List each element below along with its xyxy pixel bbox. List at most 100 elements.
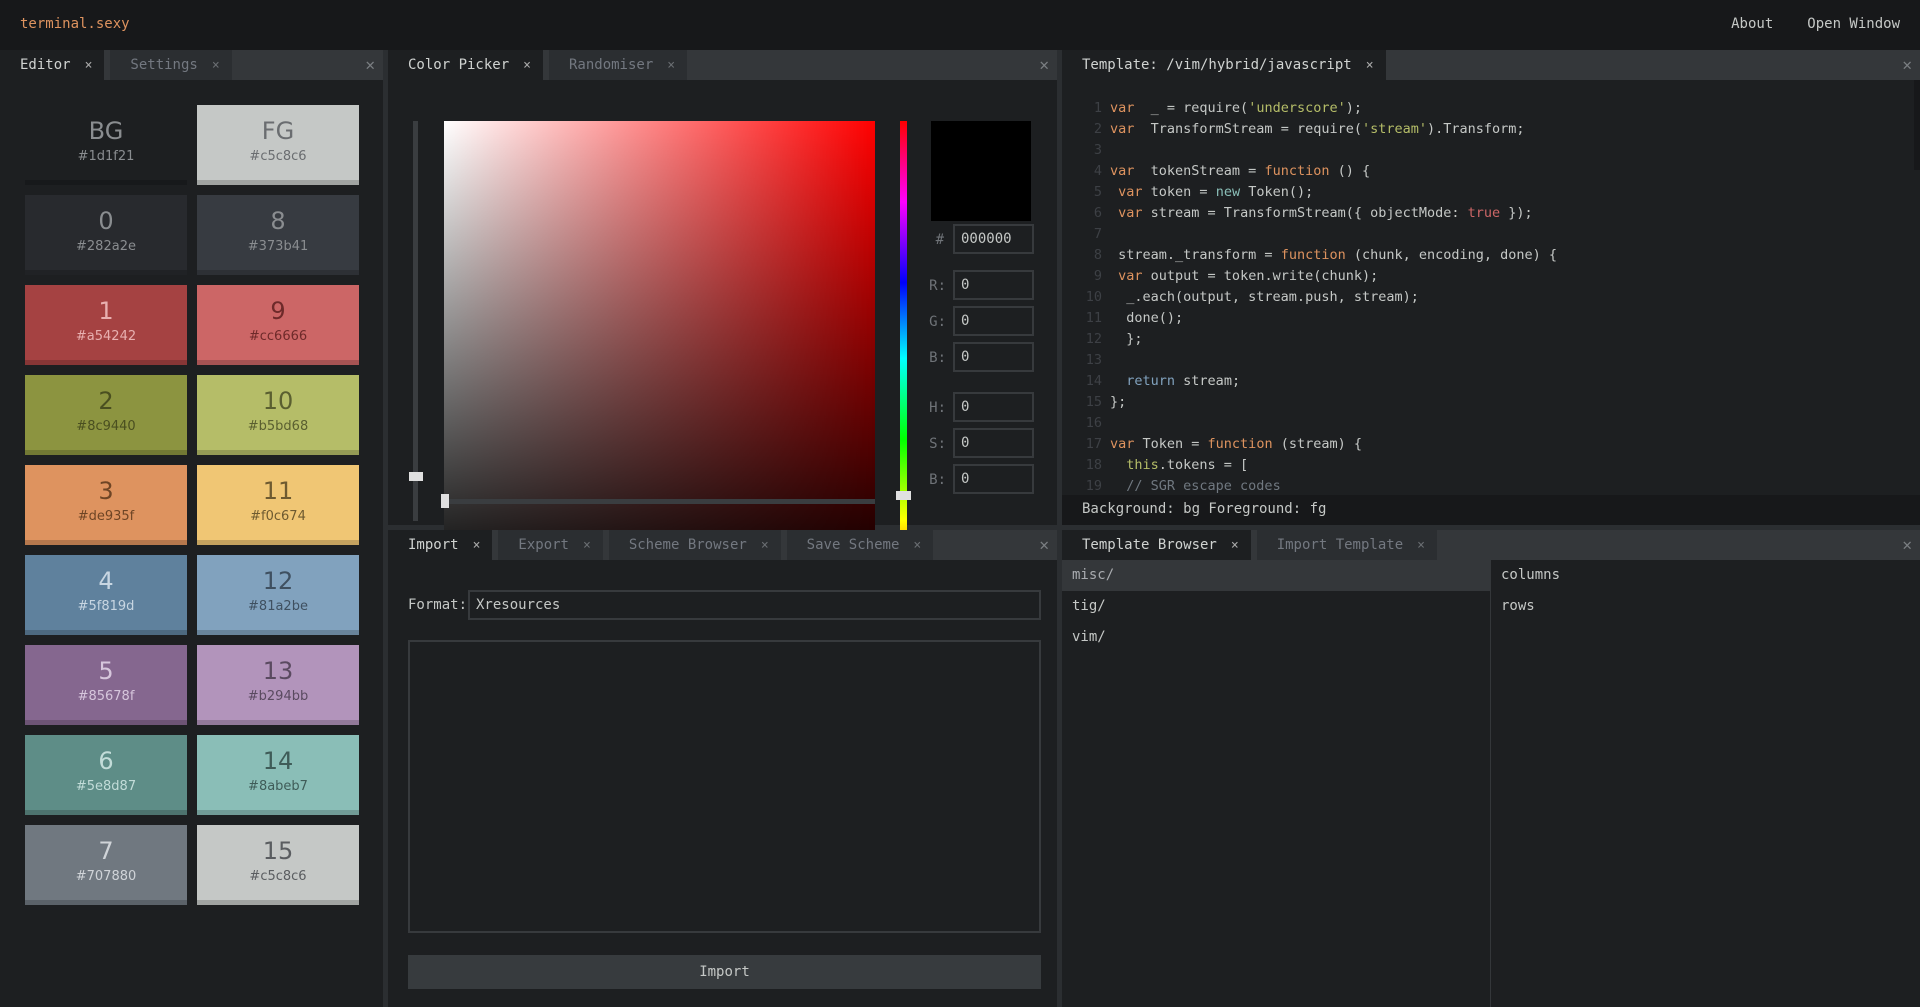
import-button[interactable]: Import [408, 955, 1041, 989]
hue-slider[interactable] [900, 121, 907, 596]
color-swatch-7[interactable]: 7 #707880 [25, 825, 187, 905]
folder-item[interactable]: misc/ [1062, 560, 1490, 591]
panel-close-icon[interactable]: ✕ [365, 55, 375, 74]
code-token: function [1264, 163, 1330, 179]
color-swatch-10[interactable]: 10 #b5bd68 [197, 375, 359, 455]
color-swatch-12[interactable]: 12 #81a2be [197, 555, 359, 635]
color-swatch-5[interactable]: 5 #85678f [25, 645, 187, 725]
tab-editor[interactable]: Editor × [0, 50, 105, 80]
close-icon[interactable]: × [667, 58, 675, 73]
close-icon[interactable]: × [761, 538, 769, 553]
swatch-hex: #5f819d [77, 599, 135, 614]
template-panel: Template: /vim/hybrid/javascript × ✕ 1 var… [1062, 50, 1920, 525]
swatch-shade [197, 450, 359, 455]
color-swatch-14[interactable]: 14 #8abeb7 [197, 735, 359, 815]
panel-close-icon[interactable]: ✕ [1039, 535, 1049, 554]
tab-settings[interactable]: Settings × [110, 50, 232, 80]
folder-item[interactable]: vim/ [1062, 622, 1490, 653]
code-token: _ = require( [1134, 100, 1249, 116]
close-icon[interactable]: × [212, 58, 220, 73]
alpha-slider-handle[interactable] [409, 472, 423, 481]
open-window-link[interactable]: Open Window [1807, 16, 1900, 32]
tab-import-template[interactable]: Import Template × [1256, 530, 1437, 560]
tab-export[interactable]: Export × [498, 530, 603, 560]
code-token: var [1118, 268, 1143, 284]
code-view: 1 var _ = require('underscore'); 2 var Tran… [1062, 80, 1920, 525]
format-label: Format: [408, 597, 468, 613]
close-icon[interactable]: × [1231, 538, 1239, 553]
color-swatch-1[interactable]: 1 #a54242 [25, 285, 187, 365]
color-swatch-3[interactable]: 3 #de935f [25, 465, 187, 545]
close-icon[interactable]: × [583, 538, 591, 553]
tab-randomiser[interactable]: Randomiser × [548, 50, 688, 80]
field-input-h[interactable] [953, 392, 1034, 422]
alpha-slider-track[interactable] [413, 121, 418, 521]
field-input-s[interactable] [953, 428, 1034, 458]
code-token: // SGR escape codes [1126, 478, 1281, 494]
template-item[interactable]: rows [1491, 591, 1920, 622]
code-token: return [1126, 373, 1176, 389]
saturation-value-area[interactable] [444, 121, 875, 596]
color-swatch-0[interactable]: 0 #282a2e [25, 195, 187, 275]
format-select[interactable] [468, 590, 1041, 620]
tab-template[interactable]: Template: /vim/hybrid/javascript × [1062, 50, 1386, 80]
tab-save-scheme[interactable]: Save Scheme × [786, 530, 934, 560]
tab-scheme-browser[interactable]: Scheme Browser × [608, 530, 781, 560]
swatch-hex: #f0c674 [250, 509, 306, 524]
field-input-b[interactable] [953, 342, 1034, 372]
close-icon[interactable]: × [913, 538, 921, 553]
tab-color-picker[interactable]: Color Picker × [388, 50, 543, 80]
template-status: Background: bg Foreground: fg [1062, 495, 1920, 525]
import-textarea[interactable] [408, 640, 1041, 933]
color-swatch-13[interactable]: 13 #b294bb [197, 645, 359, 725]
tab-import[interactable]: Import × [388, 530, 493, 560]
line-number: 14 [1085, 373, 1102, 389]
color-swatch-2[interactable]: 2 #8c9440 [25, 375, 187, 455]
code-token: var [1110, 121, 1135, 137]
color-swatch-9[interactable]: 9 #cc6666 [197, 285, 359, 365]
hex-input[interactable] [953, 224, 1034, 254]
code-token: new [1215, 184, 1241, 200]
template-item[interactable]: columns [1491, 560, 1920, 591]
color-swatch-4[interactable]: 4 #5f819d [25, 555, 187, 635]
close-icon[interactable]: × [1366, 58, 1374, 73]
swatch-label: 14 [262, 747, 294, 775]
color-swatch-11[interactable]: 11 #f0c674 [197, 465, 359, 545]
close-icon[interactable]: × [473, 538, 481, 553]
field-input-g[interactable] [953, 306, 1034, 336]
color-swatch-15[interactable]: 15 #c5c8c6 [197, 825, 359, 905]
swatch-hex: #c5c8c6 [249, 869, 307, 884]
swatch-shade [197, 810, 359, 815]
panel-close-icon[interactable]: ✕ [1902, 55, 1912, 74]
tab-label: Editor [20, 57, 71, 73]
panel-close-icon[interactable]: ✕ [1039, 55, 1049, 74]
close-icon[interactable]: × [523, 58, 531, 73]
horizontal-slider-handle[interactable] [441, 494, 449, 508]
panel-close-icon[interactable]: ✕ [1902, 535, 1912, 554]
code-scrollbar[interactable] [1914, 80, 1920, 170]
field-input-b[interactable] [953, 464, 1034, 494]
tab-template-browser[interactable]: Template Browser × [1062, 530, 1251, 560]
code-line: 12 }; [1082, 329, 1557, 350]
code-token: stream; [1175, 373, 1241, 389]
horizontal-slider-track[interactable] [444, 499, 875, 504]
tab-label: Template Browser [1082, 537, 1217, 553]
editor-panel: Editor × Settings × ✕ BG #1d1f21 FG #c5c8c6 0 #… [0, 50, 383, 1007]
code-token: true [1467, 205, 1501, 221]
color-swatch-6[interactable]: 6 #5e8d87 [25, 735, 187, 815]
about-link[interactable]: About [1731, 16, 1773, 32]
brand-logo[interactable]: terminal.sexy [20, 16, 130, 32]
color-swatch-fg[interactable]: FG #c5c8c6 [197, 105, 359, 185]
swatch-label: 13 [262, 657, 294, 685]
folder-item[interactable]: tig/ [1062, 591, 1490, 622]
code-line: 13 [1082, 350, 1557, 371]
field-input-r[interactable] [953, 270, 1034, 300]
color-swatch-bg[interactable]: BG #1d1f21 [25, 105, 187, 185]
hue-slider-handle[interactable] [896, 491, 911, 500]
swatch-shade [25, 720, 187, 725]
color-swatch-8[interactable]: 8 #373b41 [197, 195, 359, 275]
close-icon[interactable]: × [1417, 538, 1425, 553]
swatch-label: 12 [262, 567, 294, 595]
code-line: 14 return stream; [1082, 371, 1557, 392]
close-icon[interactable]: × [85, 58, 93, 73]
